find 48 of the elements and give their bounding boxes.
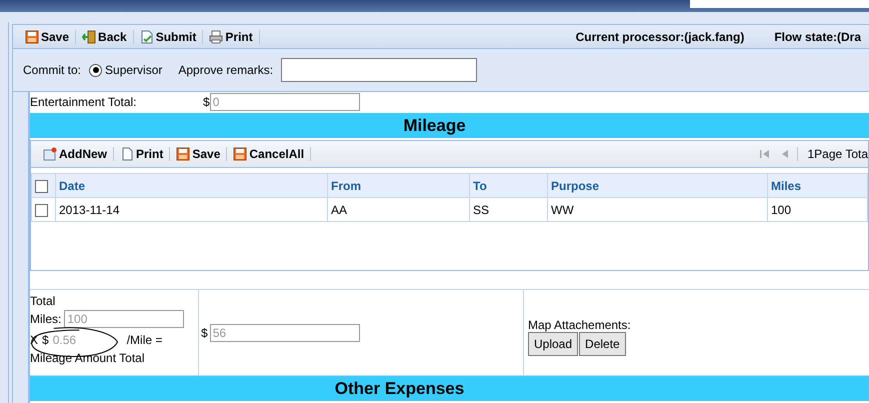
grid-button[interactable]: AddNew xyxy=(39,147,111,161)
new-document-icon xyxy=(43,147,57,161)
column-header[interactable]: Purpose xyxy=(548,174,768,198)
select-all-checkbox[interactable] xyxy=(35,180,48,193)
grid-button[interactable]: Save xyxy=(172,147,224,161)
table-cell: 100 xyxy=(768,198,868,222)
document-icon xyxy=(120,147,134,161)
currency-sign: $ xyxy=(42,332,49,349)
radio-option[interactable]: Supervisor xyxy=(89,63,162,77)
table-cell: 2013-11-14 xyxy=(56,198,328,222)
currency-sign: $ xyxy=(203,95,210,109)
floppy-icon xyxy=(176,147,190,161)
document-check-icon xyxy=(140,30,154,44)
column-header[interactable]: To xyxy=(470,174,548,198)
column-header[interactable]: From xyxy=(328,174,470,198)
toolbar-button[interactable]: Back xyxy=(78,30,131,44)
table-cell: SS xyxy=(470,198,548,222)
flow-state-label: Flow state:(Dra xyxy=(774,30,861,44)
entertainment-label: Entertainment Total: xyxy=(30,95,138,109)
column-header[interactable]: Date xyxy=(56,174,328,198)
table-cell: AA xyxy=(328,198,470,222)
attachment-button[interactable]: Delete xyxy=(579,332,626,356)
paging-text: 1Page Tota xyxy=(808,147,868,161)
row-checkbox[interactable] xyxy=(35,204,48,217)
grid-button[interactable]: Print xyxy=(116,147,168,161)
per-mile-label: /Mile = xyxy=(126,332,162,349)
remarks-label: Approve remarks: xyxy=(178,63,274,77)
remarks-field[interactable] xyxy=(281,58,478,82)
amount-total-label: Mileage Amount Total xyxy=(30,350,146,367)
door-arrow-icon xyxy=(82,30,96,44)
attachments-label: Map Attachements: xyxy=(528,318,631,332)
section-title: Mileage xyxy=(403,116,466,136)
table-cell: WW xyxy=(548,198,768,222)
commit-label: Commit to: xyxy=(23,63,82,77)
floppy-icon xyxy=(233,147,248,161)
toolbar-button[interactable]: Print xyxy=(205,30,257,44)
section-title: Other Expenses xyxy=(334,378,464,398)
processor-label: Current processor:(jack.fang) xyxy=(576,30,744,44)
total-label: Total xyxy=(30,293,56,310)
toolbar-button[interactable]: Save xyxy=(21,30,74,44)
toolbar-button[interactable]: Submit xyxy=(136,30,200,44)
column-header[interactable]: Miles xyxy=(768,174,868,198)
attachment-button[interactable]: Upload xyxy=(528,332,578,356)
floppy-icon xyxy=(25,30,39,44)
currency-sign: $ xyxy=(201,326,208,340)
grid-button[interactable]: CancelAll xyxy=(229,147,308,161)
printer-icon xyxy=(209,30,224,44)
miles-label: Miles: xyxy=(30,311,62,328)
